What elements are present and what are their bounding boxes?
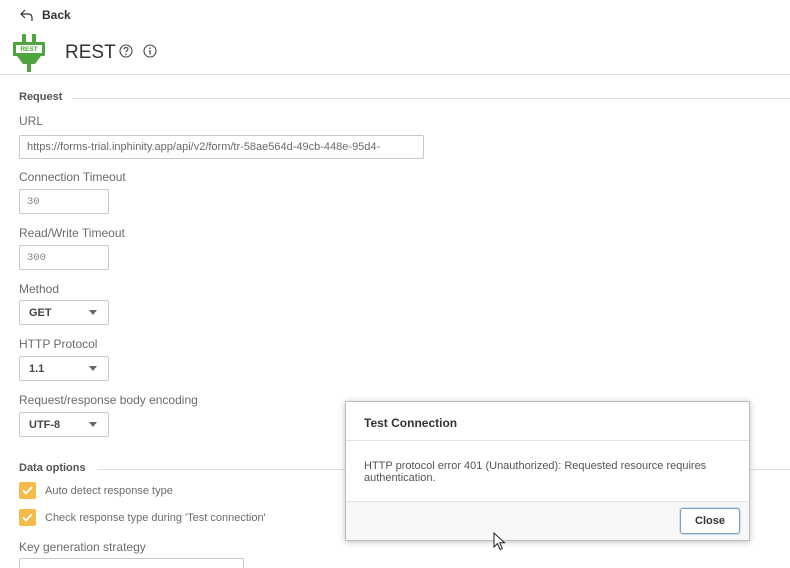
- check-type-label: Check response type during 'Test connect…: [45, 511, 266, 524]
- check-type-checkbox[interactable]: [19, 509, 36, 526]
- mouse-cursor-icon: [493, 532, 506, 551]
- check-type-option[interactable]: Check response type during 'Test connect…: [19, 509, 266, 526]
- key-strategy-select[interactable]: [19, 558, 244, 568]
- auto-detect-label: Auto detect response type: [45, 484, 173, 497]
- rw-timeout-input[interactable]: 300: [19, 245, 109, 270]
- connection-timeout-input[interactable]: 30: [19, 189, 109, 214]
- rest-logo: REST: [13, 34, 45, 72]
- page-title: REST: [65, 42, 116, 63]
- chevron-down-icon: [89, 366, 97, 371]
- help-icon[interactable]: [119, 44, 133, 58]
- http-protocol-label: HTTP Protocol: [19, 337, 98, 351]
- request-section-divider: [72, 98, 790, 99]
- dialog-message: HTTP protocol error 401 (Unauthorized): …: [364, 460, 707, 484]
- checkmark-icon: [22, 513, 33, 522]
- encoding-value: UTF-8: [29, 418, 61, 431]
- connection-timeout-label: Connection Timeout: [19, 170, 126, 184]
- back-label: Back: [42, 8, 71, 22]
- data-options-section-label: Data options: [19, 462, 86, 474]
- auto-detect-checkbox[interactable]: [19, 482, 36, 499]
- close-button[interactable]: Close: [680, 508, 740, 534]
- dialog-title: Test Connection: [364, 416, 458, 430]
- encoding-label: Request/response body encoding: [19, 393, 198, 407]
- back-button[interactable]: Back: [20, 6, 71, 24]
- http-protocol-value: 1.1: [29, 362, 45, 375]
- header-divider: [0, 74, 790, 75]
- request-section-label: Request: [19, 91, 63, 103]
- chevron-down-icon: [89, 310, 97, 315]
- url-label: URL: [19, 114, 44, 128]
- method-value: GET: [29, 306, 52, 319]
- chevron-down-icon: [89, 422, 97, 427]
- test-connection-dialog: Test Connection HTTP protocol error 401 …: [345, 401, 750, 541]
- checkmark-icon: [22, 486, 33, 495]
- rw-timeout-label: Read/Write Timeout: [19, 226, 125, 240]
- method-label: Method: [19, 282, 60, 296]
- dialog-divider: [346, 440, 749, 441]
- encoding-select[interactable]: UTF-8: [19, 412, 109, 437]
- method-select[interactable]: GET: [19, 300, 109, 325]
- auto-detect-option[interactable]: Auto detect response type: [19, 482, 173, 499]
- back-arrow-icon: [20, 9, 33, 21]
- url-input[interactable]: https://forms-trial.inphinity.app/api/v2…: [19, 135, 424, 159]
- logo-text: REST: [20, 45, 38, 53]
- http-protocol-select[interactable]: 1.1: [19, 356, 109, 381]
- info-icon[interactable]: [143, 44, 157, 58]
- key-strategy-label: Key generation strategy: [19, 540, 146, 554]
